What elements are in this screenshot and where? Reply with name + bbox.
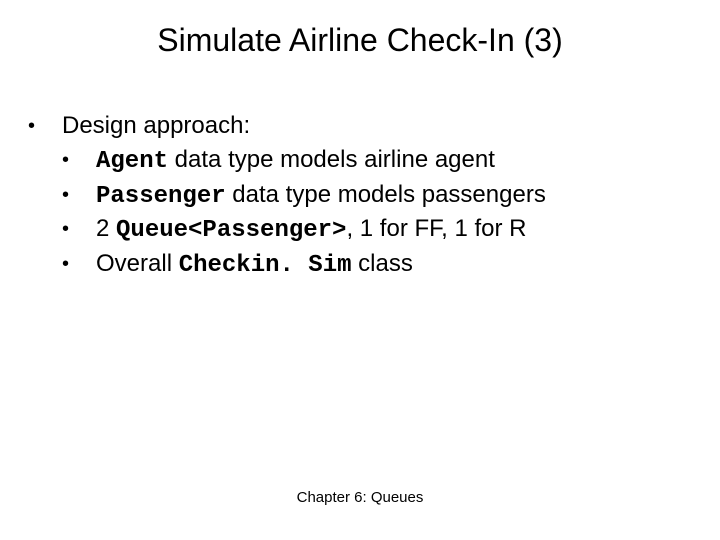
slide-body: • Design approach: • Agent data type mod… bbox=[28, 110, 688, 282]
code-token: Agent bbox=[96, 148, 168, 175]
sublist: • Agent data type models airline agent •… bbox=[28, 144, 688, 282]
list-item-text: Passenger data type models passengers bbox=[96, 179, 688, 213]
slide-title: Simulate Airline Check-In (3) bbox=[0, 22, 720, 59]
slide: Simulate Airline Check-In (3) • Design a… bbox=[0, 0, 720, 540]
list-item-text: Agent data type models airline agent bbox=[96, 144, 688, 178]
code-token: Checkin. Sim bbox=[179, 252, 352, 279]
bullet-icon: • bbox=[62, 179, 96, 211]
slide-footer: Chapter 6: Queues bbox=[0, 489, 720, 506]
list-heading: Design approach: bbox=[62, 110, 688, 142]
list-item-text: 2 Queue<Passenger>, 1 for FF, 1 for R bbox=[96, 213, 688, 247]
list-item-text: Overall Checkin. Sim class bbox=[96, 248, 688, 282]
bullet-icon: • bbox=[62, 213, 96, 245]
list-item: • Agent data type models airline agent bbox=[62, 144, 688, 178]
code-token: Queue<Passenger> bbox=[116, 217, 346, 244]
code-token: Passenger bbox=[96, 183, 226, 210]
list-item: • Passenger data type models passengers bbox=[62, 179, 688, 213]
bullet-icon: • bbox=[62, 144, 96, 176]
list-item: • 2 Queue<Passenger>, 1 for FF, 1 for R bbox=[62, 213, 688, 247]
list-item: • Design approach: bbox=[28, 110, 688, 142]
bullet-icon: • bbox=[28, 110, 62, 142]
bullet-icon: • bbox=[62, 248, 96, 280]
list-item: • Overall Checkin. Sim class bbox=[62, 248, 688, 282]
